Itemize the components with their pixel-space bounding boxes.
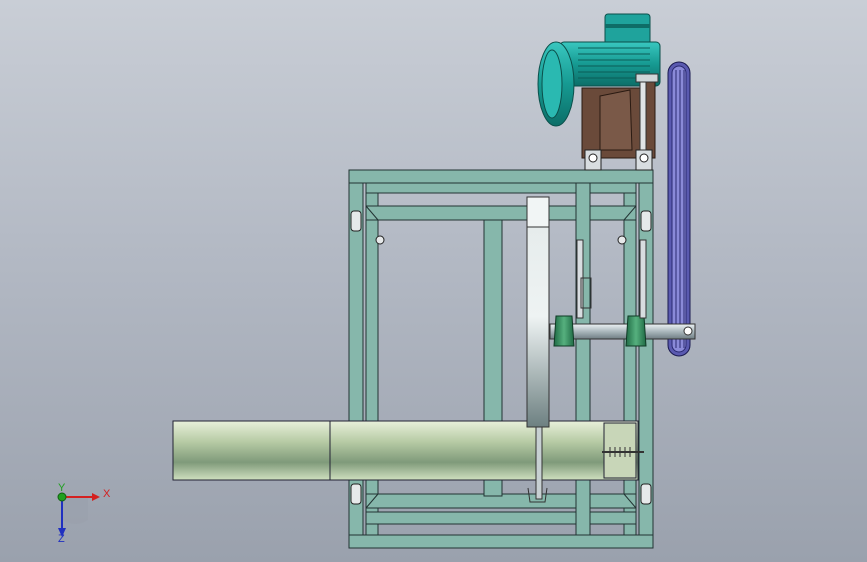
- steel-frame: [348, 169, 654, 549]
- coordinate-triad: X Y Z: [57, 482, 111, 545]
- motor-assembly: [537, 13, 661, 171]
- x-axis-label: X: [103, 488, 111, 500]
- pipe-workpiece: [172, 420, 644, 481]
- z-axis-label: Z: [58, 533, 65, 545]
- assembly-drawing: X Y Z: [57, 13, 696, 549]
- v-belt: [667, 61, 691, 357]
- y-axis-label: Y: [58, 482, 66, 494]
- y-axis-dot: [57, 492, 67, 502]
- cad-viewport[interactable]: X Y Z: [0, 0, 867, 562]
